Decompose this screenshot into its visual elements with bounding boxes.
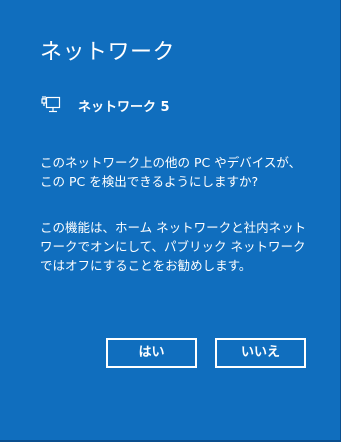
network-name: ネットワーク 5 [78,99,170,115]
wired-network-icon [40,95,62,115]
yes-button[interactable]: はい [106,338,197,368]
network-discovery-dialog: ネットワーク ネットワーク 5 このネットワーク上の他の PC やデバイスが、こ… [0,0,341,442]
discovery-description: この機能は、ホーム ネットワークと社内ネットワークでオンにして、パブリック ネッ… [40,220,307,273]
network-info: ネットワーク 5 [40,94,170,116]
discovery-question: このネットワーク上の他の PC やデバイスが、この PC を検出できるようにしま… [40,155,302,189]
no-button[interactable]: いいえ [215,338,306,368]
dialog-title: ネットワーク [40,40,176,65]
